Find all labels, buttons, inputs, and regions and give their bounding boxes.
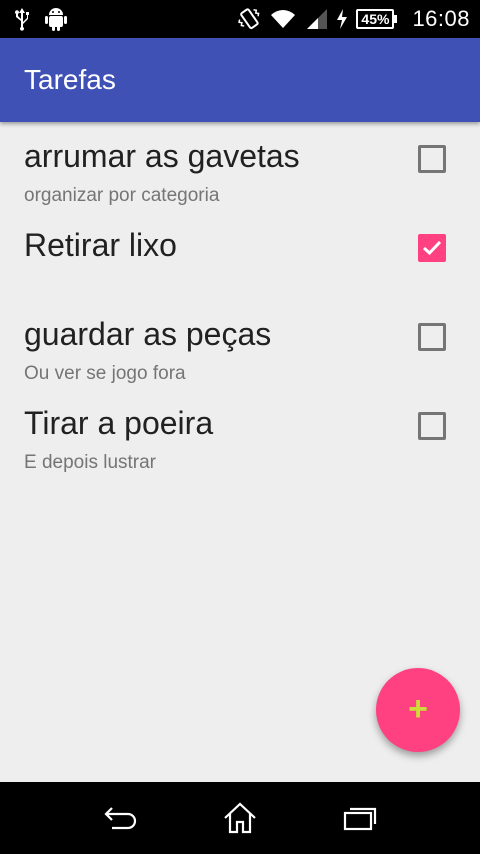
list-item[interactable]: Tirar a poeira E depois lustrar	[0, 389, 480, 478]
task-title: Retirar lixo	[24, 227, 177, 263]
plus-icon: +	[408, 690, 428, 728]
signal-icon	[304, 8, 328, 30]
task-subtitle: E depois lustrar	[24, 452, 157, 473]
task-checkbox-checked[interactable]	[418, 234, 446, 262]
home-icon[interactable]	[220, 800, 260, 836]
wifi-icon	[270, 8, 296, 30]
task-checkbox[interactable]	[418, 145, 446, 173]
recents-icon[interactable]	[340, 800, 380, 836]
task-checkbox[interactable]	[418, 323, 446, 351]
task-title: guardar as peças	[24, 316, 272, 352]
vibrate-icon	[236, 6, 262, 32]
navigation-bar	[0, 782, 480, 854]
list-item[interactable]: Retirar lixo	[0, 211, 480, 300]
status-bar: 45% 16:08	[0, 0, 480, 38]
battery-icon: 45%	[356, 9, 398, 29]
add-task-button[interactable]: +	[376, 668, 460, 752]
page-title: Tarefas	[24, 64, 116, 95]
task-list: arrumar as gavetas organizar por categor…	[0, 122, 480, 478]
checkmark-icon	[423, 240, 441, 256]
list-item[interactable]: arrumar as gavetas organizar por categor…	[0, 122, 480, 211]
task-subtitle: organizar por categoria	[24, 185, 220, 206]
back-icon[interactable]	[100, 800, 140, 836]
clock: 16:08	[412, 6, 470, 31]
android-icon	[44, 6, 68, 32]
list-item[interactable]: guardar as peças Ou ver se jogo fora	[0, 300, 480, 389]
task-title: Tirar a poeira	[24, 405, 214, 441]
task-title: arrumar as gavetas	[24, 138, 300, 174]
charging-icon	[336, 9, 348, 29]
app-bar: Tarefas	[0, 38, 480, 122]
task-checkbox[interactable]	[418, 412, 446, 440]
task-subtitle: Ou ver se jogo fora	[24, 363, 186, 384]
usb-icon	[14, 7, 30, 31]
